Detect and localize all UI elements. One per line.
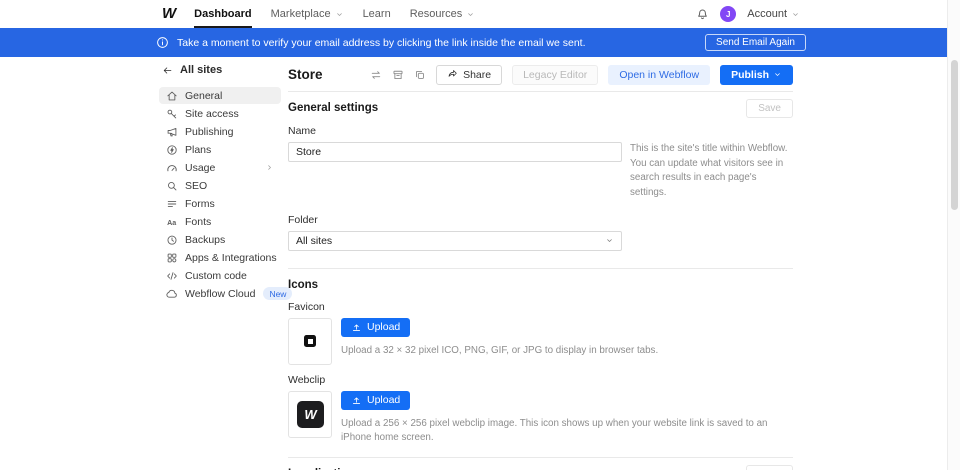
general-save-button[interactable]: Save (746, 99, 793, 118)
nav-item-learn[interactable]: Learn (363, 0, 391, 28)
upload-icon (351, 395, 362, 406)
favicon-label: Favicon (288, 301, 793, 313)
chevron-down-icon (466, 10, 475, 19)
fonts-icon: Aa (166, 216, 178, 228)
webflow-logo[interactable]: W (162, 0, 175, 28)
sidebar-item-seo[interactable]: SEO (159, 177, 281, 194)
sidebar-item-usage[interactable]: Usage (159, 159, 281, 176)
divider (288, 268, 793, 269)
chevron-down-icon (773, 70, 782, 79)
svg-text:Aa: Aa (167, 218, 176, 226)
back-label: All sites (180, 64, 222, 76)
top-nav-bar: W Dashboard Marketplace Learn Resources J A… (0, 0, 960, 28)
icons-section-header: Icons (288, 275, 793, 295)
webclip-label: Webclip (288, 374, 793, 386)
account-menu[interactable]: Account (747, 8, 800, 20)
code-icon (166, 270, 178, 282)
webclip-upload-button[interactable]: Upload (341, 391, 410, 410)
webclip-image: W (297, 401, 324, 428)
sidebar-item-forms[interactable]: Forms (159, 195, 281, 212)
site-name-input[interactable] (288, 142, 622, 162)
key-icon (166, 108, 178, 120)
plans-icon (166, 144, 178, 156)
name-field-label: Name (288, 125, 793, 137)
arrow-left-icon (162, 65, 173, 76)
sidebar-item-fonts[interactable]: AaFonts (159, 213, 281, 230)
favicon-preview (288, 318, 332, 365)
share-icon (447, 69, 458, 80)
archive-icon[interactable] (392, 69, 404, 81)
chevron-right-icon (265, 163, 274, 172)
verify-email-banner: Take a moment to verify your email addre… (0, 28, 960, 57)
settings-sidebar: All sites GeneralSite accessPublishingPl… (159, 64, 281, 303)
favicon-image (304, 335, 316, 347)
general-settings-section-header: General settings Save (288, 98, 793, 118)
forms-icon (166, 198, 178, 210)
favicon-upload-button[interactable]: Upload (341, 318, 410, 337)
publish-button[interactable]: Publish (720, 65, 793, 85)
search-icon (166, 180, 178, 192)
localization-section-header: Localization Save (288, 464, 793, 470)
section-title-icons: Icons (288, 279, 318, 291)
favicon-help-text: Upload a 32 × 32 pixel ICO, PNG, GIF, or… (341, 344, 793, 359)
divider (288, 457, 793, 458)
divider (288, 91, 793, 92)
nav-item-dashboard[interactable]: Dashboard (194, 0, 251, 28)
sidebar-item-general[interactable]: General (159, 87, 281, 104)
webclip-help-text: Upload a 256 × 256 pixel webclip image. … (341, 417, 793, 446)
header-action-icons (370, 69, 426, 81)
chevron-down-icon (791, 10, 800, 19)
nav-item-resources[interactable]: Resources (410, 0, 476, 28)
sidebar-item-backups[interactable]: Backups (159, 231, 281, 248)
scrollbar-track (947, 0, 960, 470)
topnav-items: Dashboard Marketplace Learn Resources (194, 0, 475, 28)
webclip-preview: W (288, 391, 332, 438)
chevron-down-icon (335, 10, 344, 19)
folder-select[interactable]: All sites (288, 231, 622, 251)
duplicate-icon[interactable] (414, 69, 426, 81)
gauge-icon (166, 162, 178, 174)
nav-item-marketplace[interactable]: Marketplace (271, 0, 344, 28)
webclip-row: W Upload Upload a 256 × 256 pixel webcli… (288, 391, 793, 446)
cloud-icon (166, 288, 178, 300)
localization-save-button[interactable]: Save (746, 465, 793, 470)
sidebar-item-publishing[interactable]: Publishing (159, 123, 281, 140)
section-title-general: General settings (288, 102, 378, 114)
send-email-again-button[interactable]: Send Email Again (705, 34, 806, 51)
back-to-all-sites[interactable]: All sites (159, 64, 281, 76)
legacy-editor-button[interactable]: Legacy Editor (512, 65, 598, 85)
share-button[interactable]: Share (436, 65, 502, 85)
apps-icon (166, 252, 178, 264)
open-in-webflow-button[interactable]: Open in Webflow (608, 65, 710, 85)
sidebar-item-site-access[interactable]: Site access (159, 105, 281, 122)
site-header: Store Share Legacy Editor Open in Webflo… (288, 57, 793, 86)
main-content: Store Share Legacy Editor Open in Webflo… (288, 57, 793, 470)
transfer-icon[interactable] (370, 69, 382, 81)
banner-text: Take a moment to verify your email addre… (177, 37, 586, 49)
avatar[interactable]: J (720, 6, 736, 22)
chevron-down-icon (605, 236, 614, 245)
upload-icon (351, 322, 362, 333)
sidebar-items: GeneralSite accessPublishingPlansUsageSE… (159, 87, 281, 302)
page-title: Store (288, 67, 323, 82)
sidebar-item-plans[interactable]: Plans (159, 141, 281, 158)
account-label: Account (747, 8, 787, 20)
favicon-row: Upload Upload a 32 × 32 pixel ICO, PNG, … (288, 318, 793, 365)
megaphone-icon (166, 126, 178, 138)
home-icon (166, 90, 178, 102)
info-icon (156, 36, 169, 49)
history-icon (166, 234, 178, 246)
sidebar-item-webflow-cloud[interactable]: Webflow CloudNew (159, 285, 281, 302)
notifications-bell-icon[interactable] (696, 8, 709, 21)
scrollbar-thumb[interactable] (951, 60, 958, 210)
name-help-text: This is the site's title within Webflow.… (630, 142, 790, 201)
folder-field-label: Folder (288, 214, 793, 226)
sidebar-item-custom-code[interactable]: Custom code (159, 267, 281, 284)
sidebar-item-apps-integrations[interactable]: Apps & Integrations (159, 249, 281, 266)
